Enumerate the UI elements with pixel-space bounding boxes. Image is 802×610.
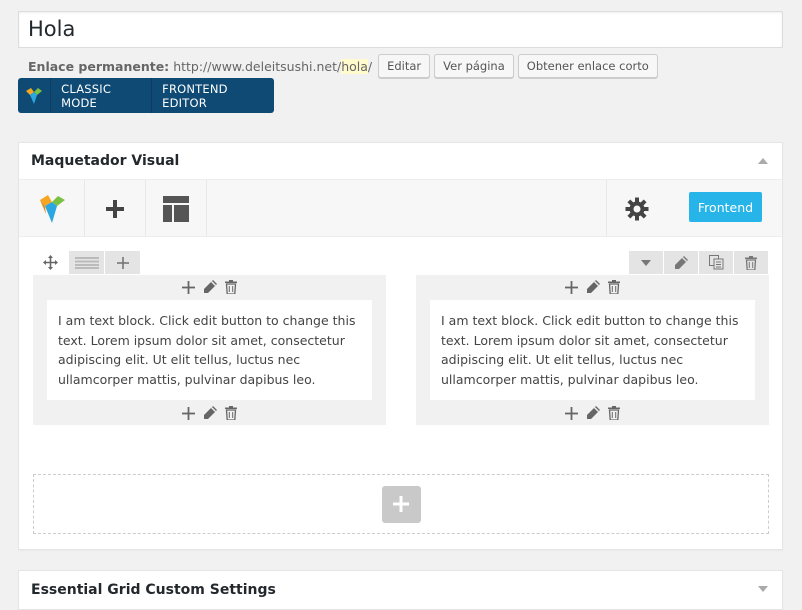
text-block[interactable]: I am text block. Click edit button to ch… (430, 300, 755, 400)
clone-row-button[interactable] (699, 251, 733, 274)
visual-builder-box: Maquetador Visual Frontend I am text blo… (18, 142, 783, 550)
layout-icon (163, 195, 189, 222)
delete-row-button[interactable] (734, 251, 768, 274)
post-title-input[interactable]: Hola (18, 11, 783, 48)
trash-icon (745, 255, 757, 270)
pencil-icon[interactable] (585, 280, 600, 295)
columns-icon (74, 256, 99, 269)
gear-icon (625, 197, 649, 220)
templates-button[interactable] (146, 180, 207, 237)
frontend-editor-button[interactable]: FRONTEND EDITOR (152, 78, 274, 113)
editor-mode-bar: CLASSIC MODE FRONTEND EDITOR (18, 78, 274, 113)
edit-row-button[interactable] (664, 251, 698, 274)
vc-logo-icon[interactable] (19, 180, 85, 237)
permalink-label: Enlace permanente: (28, 58, 170, 74)
vc-logo-icon (18, 78, 52, 113)
chevron-down-icon (641, 259, 651, 266)
column-bottom-controls (416, 403, 769, 423)
pencil-icon[interactable] (202, 280, 217, 295)
move-icon (43, 255, 58, 270)
essential-grid-header[interactable]: Essential Grid Custom Settings (19, 571, 782, 608)
visual-builder-title: Maquetador Visual (31, 153, 180, 169)
visual-builder-header[interactable]: Maquetador Visual (19, 143, 782, 180)
plus-icon (106, 199, 124, 218)
plus-icon (393, 496, 409, 512)
trash-icon[interactable] (223, 280, 238, 295)
expand-arrow-icon[interactable] (758, 586, 768, 592)
row-layout-button[interactable] (69, 251, 104, 274)
toggle-row-button[interactable] (629, 251, 663, 274)
frontend-button[interactable]: Frontend (689, 192, 762, 222)
move-row-handle[interactable] (33, 251, 68, 274)
get-shortlink-button[interactable]: Obtener enlace corto (517, 54, 658, 78)
view-page-button[interactable]: Ver página (434, 54, 514, 78)
pencil-icon (675, 255, 688, 269)
essential-grid-box: Essential Grid Custom Settings (18, 570, 783, 610)
add-row-button[interactable] (381, 485, 421, 523)
add-element-button[interactable] (85, 180, 146, 237)
collapse-arrow-icon[interactable] (758, 158, 768, 164)
trash-icon[interactable] (606, 406, 621, 421)
pencil-icon[interactable] (202, 406, 217, 421)
row-controls-right (629, 251, 769, 274)
text-block[interactable]: I am text block. Click edit button to ch… (47, 300, 372, 400)
column-2: I am text block. Click edit button to ch… (416, 275, 769, 425)
plus-icon[interactable] (564, 406, 579, 421)
plus-icon (116, 256, 129, 269)
column-1: I am text block. Click edit button to ch… (33, 275, 386, 425)
column-bottom-controls (33, 403, 386, 423)
permalink-suffix: / (367, 58, 373, 74)
permalink-base-url[interactable]: http://www.deleitsushi.net/ (173, 59, 341, 74)
permalink-slug[interactable]: hola (341, 58, 368, 74)
trash-icon[interactable] (606, 280, 621, 295)
vc-toolbar: Frontend (19, 180, 782, 237)
edit-permalink-button[interactable]: Editar (378, 54, 431, 78)
row-controls-left (33, 251, 141, 274)
pencil-icon[interactable] (585, 406, 600, 421)
column-top-controls (416, 277, 769, 297)
add-column-button[interactable] (105, 251, 140, 274)
page-settings-button[interactable] (606, 180, 667, 237)
copy-icon (708, 255, 723, 270)
add-row-area (33, 474, 769, 534)
plus-icon[interactable] (181, 280, 196, 295)
plus-icon[interactable] (564, 280, 579, 295)
column-top-controls (33, 277, 386, 297)
permalink-row: Enlace permanente: http://www.deleitsush… (28, 54, 658, 78)
essential-grid-title: Essential Grid Custom Settings (31, 581, 276, 598)
classic-mode-button[interactable]: CLASSIC MODE (51, 78, 153, 113)
plus-icon[interactable] (181, 406, 196, 421)
trash-icon[interactable] (223, 406, 238, 421)
